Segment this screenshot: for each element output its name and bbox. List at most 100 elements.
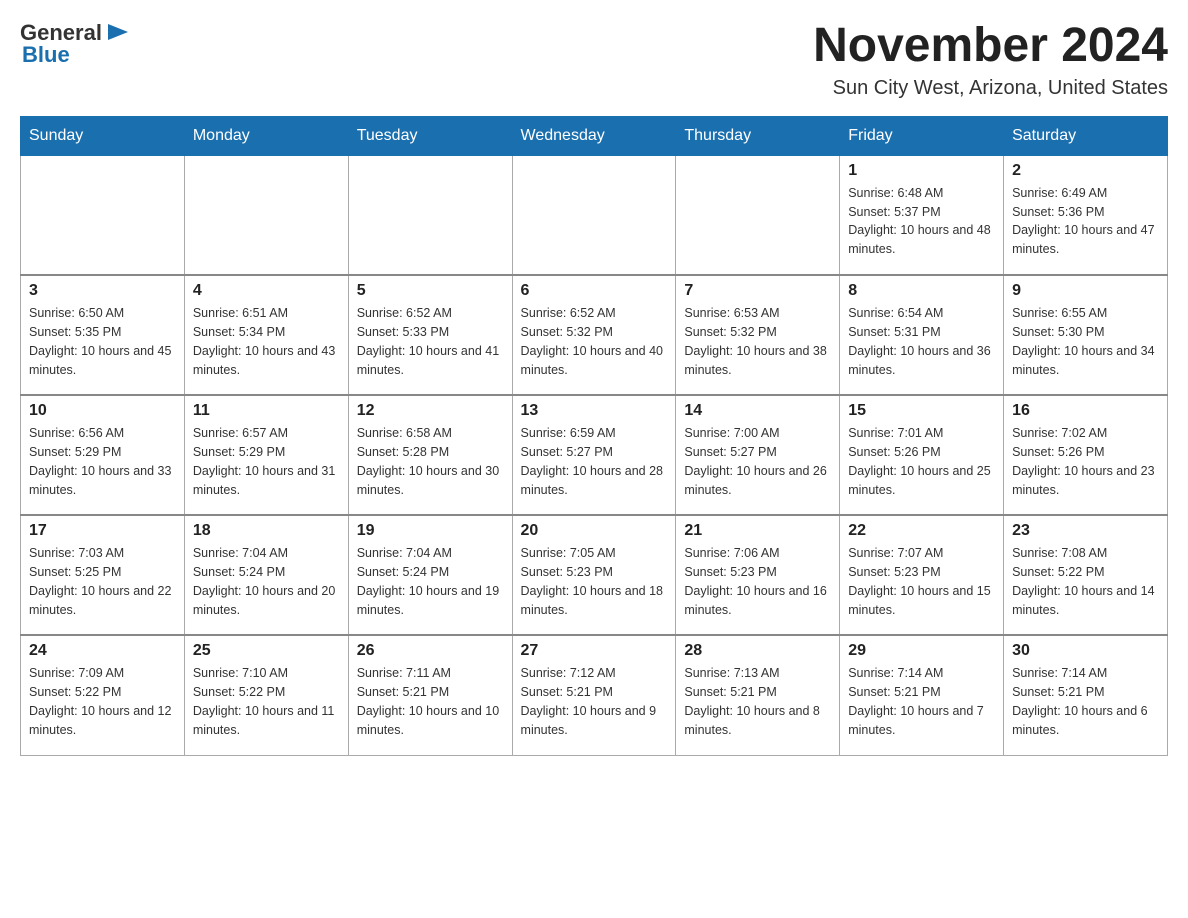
day-number: 20 [521, 522, 668, 540]
calendar-cell: 11 Sunrise: 6:57 AMSunset: 5:29 PMDayligh… [184, 395, 348, 515]
day-number: 30 [1012, 642, 1159, 660]
day-info: Sunrise: 7:08 AMSunset: 5:22 PMDaylight:… [1012, 544, 1159, 619]
day-info: Sunrise: 7:14 AMSunset: 5:21 PMDaylight:… [848, 664, 995, 739]
calendar-cell: 9Sunrise: 6:55 AMSunset: 5:30 PMDaylight… [1004, 275, 1168, 395]
calendar-week-5: 24 Sunrise: 7:09 AMSunset: 5:22 PMDayligh… [21, 635, 1168, 755]
logo-text-blue: Blue [22, 42, 70, 68]
calendar-cell: 29Sunrise: 7:14 AMSunset: 5:21 PMDayligh… [840, 635, 1004, 755]
day-number: 27 [521, 642, 668, 660]
calendar-cell: 7Sunrise: 6:53 AMSunset: 5:32 PMDaylight… [676, 275, 840, 395]
weekday-header-wednesday: Wednesday [512, 116, 676, 155]
calendar-cell: 2 Sunrise: 6:49 AMSunset: 5:36 PMDaylight… [1004, 155, 1168, 275]
day-number: 2 [1012, 162, 1159, 180]
day-info: Sunrise: 6:55 AMSunset: 5:30 PMDaylight:… [1012, 304, 1159, 379]
calendar-week-1: 1 Sunrise: 6:48 AMSunset: 5:37 PMDaylight… [21, 155, 1168, 275]
weekday-header-thursday: Thursday [676, 116, 840, 155]
calendar-cell: 25 Sunrise: 7:10 AMSunset: 5:22 PMDayligh… [184, 635, 348, 755]
day-number: 5 [357, 282, 504, 300]
weekday-header-row: SundayMondayTuesdayWednesdayThursdayFrid… [21, 116, 1168, 155]
day-info: Sunrise: 7:09 AMSunset: 5:22 PMDaylight:… [29, 664, 176, 739]
day-number: 6 [521, 282, 668, 300]
day-number: 19 [357, 522, 504, 540]
title-section: November 2024 Sun City West, Arizona, Un… [813, 20, 1168, 100]
day-number: 22 [848, 522, 995, 540]
day-info: Sunrise: 6:52 AMSunset: 5:32 PMDaylight:… [521, 304, 668, 379]
day-info: Sunrise: 6:59 AMSunset: 5:27 PMDaylight:… [521, 424, 668, 499]
weekday-header-monday: Monday [184, 116, 348, 155]
day-info: Sunrise: 7:03 AMSunset: 5:25 PMDaylight:… [29, 544, 176, 619]
calendar-cell: 8 Sunrise: 6:54 AMSunset: 5:31 PMDaylight… [840, 275, 1004, 395]
calendar-table: SundayMondayTuesdayWednesdayThursdayFrid… [20, 116, 1168, 756]
calendar-cell: 28 Sunrise: 7:13 AMSunset: 5:21 PMDayligh… [676, 635, 840, 755]
weekday-header-tuesday: Tuesday [348, 116, 512, 155]
day-info: Sunrise: 6:53 AMSunset: 5:32 PMDaylight:… [684, 304, 831, 379]
day-info: Sunrise: 7:00 AMSunset: 5:27 PMDaylight:… [684, 424, 831, 499]
day-number: 1 [848, 162, 995, 180]
calendar-cell: 10Sunrise: 6:56 AMSunset: 5:29 PMDayligh… [21, 395, 185, 515]
calendar-cell [676, 155, 840, 275]
day-number: 18 [193, 522, 340, 540]
day-info: Sunrise: 6:57 AMSunset: 5:29 PMDaylight:… [193, 424, 340, 499]
day-number: 15 [848, 402, 995, 420]
day-info: Sunrise: 7:07 AMSunset: 5:23 PMDaylight:… [848, 544, 995, 619]
calendar-cell: 13 Sunrise: 6:59 AMSunset: 5:27 PMDayligh… [512, 395, 676, 515]
day-number: 11 [193, 402, 340, 420]
calendar-cell: 14 Sunrise: 7:00 AMSunset: 5:27 PMDayligh… [676, 395, 840, 515]
calendar-cell: 30 Sunrise: 7:14 AMSunset: 5:21 PMDayligh… [1004, 635, 1168, 755]
calendar-cell: 16 Sunrise: 7:02 AMSunset: 5:26 PMDayligh… [1004, 395, 1168, 515]
calendar-cell: 15 Sunrise: 7:01 AMSunset: 5:26 PMDayligh… [840, 395, 1004, 515]
day-info: Sunrise: 7:13 AMSunset: 5:21 PMDaylight:… [684, 664, 831, 739]
day-number: 14 [684, 402, 831, 420]
weekday-header-sunday: Sunday [21, 116, 185, 155]
calendar-cell: 12 Sunrise: 6:58 AMSunset: 5:28 PMDayligh… [348, 395, 512, 515]
month-title: November 2024 [813, 20, 1168, 73]
day-info: Sunrise: 6:58 AMSunset: 5:28 PMDaylight:… [357, 424, 504, 499]
calendar-cell: 4Sunrise: 6:51 AMSunset: 5:34 PMDaylight… [184, 275, 348, 395]
day-number: 12 [357, 402, 504, 420]
day-number: 25 [193, 642, 340, 660]
calendar-cell: 20Sunrise: 7:05 AMSunset: 5:23 PMDayligh… [512, 515, 676, 635]
day-number: 8 [848, 282, 995, 300]
day-info: Sunrise: 7:02 AMSunset: 5:26 PMDaylight:… [1012, 424, 1159, 499]
day-info: Sunrise: 6:50 AMSunset: 5:35 PMDaylight:… [29, 304, 176, 379]
calendar-cell: 21Sunrise: 7:06 AMSunset: 5:23 PMDayligh… [676, 515, 840, 635]
day-info: Sunrise: 6:56 AMSunset: 5:29 PMDaylight:… [29, 424, 176, 499]
calendar-week-2: 3Sunrise: 6:50 AMSunset: 5:35 PMDaylight… [21, 275, 1168, 395]
day-number: 26 [357, 642, 504, 660]
day-info: Sunrise: 7:04 AMSunset: 5:24 PMDaylight:… [193, 544, 340, 619]
day-info: Sunrise: 7:04 AMSunset: 5:24 PMDaylight:… [357, 544, 504, 619]
calendar-cell: 5 Sunrise: 6:52 AMSunset: 5:33 PMDaylight… [348, 275, 512, 395]
calendar-cell [184, 155, 348, 275]
calendar-cell: 27Sunrise: 7:12 AMSunset: 5:21 PMDayligh… [512, 635, 676, 755]
day-info: Sunrise: 7:10 AMSunset: 5:22 PMDaylight:… [193, 664, 340, 739]
day-info: Sunrise: 7:06 AMSunset: 5:23 PMDaylight:… [684, 544, 831, 619]
day-number: 23 [1012, 522, 1159, 540]
calendar-cell: 23 Sunrise: 7:08 AMSunset: 5:22 PMDayligh… [1004, 515, 1168, 635]
day-info: Sunrise: 6:48 AMSunset: 5:37 PMDaylight:… [848, 184, 995, 259]
day-info: Sunrise: 6:51 AMSunset: 5:34 PMDaylight:… [193, 304, 340, 379]
calendar-cell: 3Sunrise: 6:50 AMSunset: 5:35 PMDaylight… [21, 275, 185, 395]
calendar-cell: 22 Sunrise: 7:07 AMSunset: 5:23 PMDayligh… [840, 515, 1004, 635]
calendar-cell: 18 Sunrise: 7:04 AMSunset: 5:24 PMDayligh… [184, 515, 348, 635]
weekday-header-saturday: Saturday [1004, 116, 1168, 155]
calendar-cell [348, 155, 512, 275]
day-info: Sunrise: 7:11 AMSunset: 5:21 PMDaylight:… [357, 664, 504, 739]
calendar-week-3: 10Sunrise: 6:56 AMSunset: 5:29 PMDayligh… [21, 395, 1168, 515]
day-number: 13 [521, 402, 668, 420]
calendar-body: 1 Sunrise: 6:48 AMSunset: 5:37 PMDaylight… [21, 155, 1168, 755]
page-header: General Blue November 2024 Sun City West… [20, 20, 1168, 100]
calendar-cell: 17Sunrise: 7:03 AMSunset: 5:25 PMDayligh… [21, 515, 185, 635]
day-info: Sunrise: 6:52 AMSunset: 5:33 PMDaylight:… [357, 304, 504, 379]
day-info: Sunrise: 6:54 AMSunset: 5:31 PMDaylight:… [848, 304, 995, 379]
day-info: Sunrise: 7:14 AMSunset: 5:21 PMDaylight:… [1012, 664, 1159, 739]
location-title: Sun City West, Arizona, United States [813, 77, 1168, 100]
day-info: Sunrise: 7:01 AMSunset: 5:26 PMDaylight:… [848, 424, 995, 499]
day-number: 16 [1012, 402, 1159, 420]
calendar-cell: 19 Sunrise: 7:04 AMSunset: 5:24 PMDayligh… [348, 515, 512, 635]
day-number: 28 [684, 642, 831, 660]
calendar-cell: 24 Sunrise: 7:09 AMSunset: 5:22 PMDayligh… [21, 635, 185, 755]
day-number: 24 [29, 642, 176, 660]
day-info: Sunrise: 6:49 AMSunset: 5:36 PMDaylight:… [1012, 184, 1159, 259]
weekday-header-friday: Friday [840, 116, 1004, 155]
logo-icon [104, 18, 132, 46]
